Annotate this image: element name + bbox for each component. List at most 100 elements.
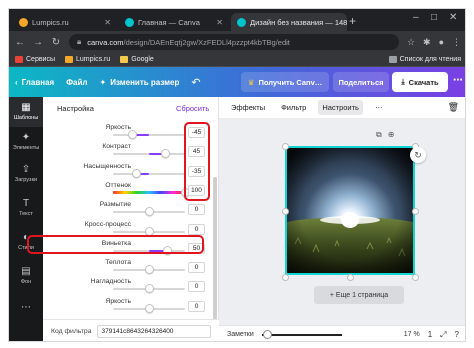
reload-icon[interactable]: ↻ <box>51 37 61 48</box>
adjust-row: Размытие 0 <box>43 199 219 218</box>
adjust-row: Яркость 0 <box>43 296 219 315</box>
rail-item-elements[interactable]: ✦ Элементы <box>9 127 43 157</box>
screenshot-frame: Lumpics.ru ✕ Главная — Canva ✕ Дизайн бе… <box>8 8 466 342</box>
trash-icon[interactable]: 🗑︎ <box>448 102 459 113</box>
rail-item-background[interactable]: ▤ Фон <box>9 261 43 291</box>
home-button[interactable]: ‹ Главная <box>15 78 54 87</box>
file-menu-button[interactable]: Файл <box>66 78 87 87</box>
adjust-value-field[interactable]: 0 <box>188 223 205 235</box>
slider-knob[interactable] <box>160 149 170 159</box>
browser-tab-lumpics[interactable]: Lumpics.ru ✕ <box>13 13 117 31</box>
resize-handle[interactable] <box>412 274 419 281</box>
panel-scrollbar[interactable] <box>213 177 217 341</box>
slider-knob[interactable] <box>128 130 138 139</box>
adjust-row: Теплота 0 <box>43 257 219 276</box>
notes-button[interactable]: Заметки <box>227 331 254 338</box>
slider-knob[interactable] <box>144 265 154 275</box>
header-more-icon[interactable]: ⋯ <box>453 75 463 86</box>
bookmark-lumpics[interactable]: Lumpics.ru <box>65 56 110 63</box>
duplicate-page-icon[interactable]: ⧉ <box>376 130 382 140</box>
slider-knob[interactable] <box>144 207 154 217</box>
resize-handle[interactable] <box>282 143 289 150</box>
slider-track[interactable] <box>113 172 185 175</box>
fullscreen-icon[interactable]: ⤢ <box>440 330 446 340</box>
filter-code-field[interactable]: 379141c8643264326400 <box>97 325 211 338</box>
adjust-label: Яркость <box>105 297 131 305</box>
upload-icon: ⇪ <box>21 164 31 175</box>
adjust-label: Нагладность <box>90 278 131 286</box>
slider-track[interactable] <box>113 153 185 156</box>
adjust-label: Оттенок <box>105 181 131 189</box>
download-button[interactable]: ⤓ Скачать <box>392 72 448 92</box>
forward-arrow-icon[interactable]: → <box>33 37 43 48</box>
rail-label: Шаблоны <box>13 115 39 121</box>
slider-knob[interactable] <box>144 284 154 294</box>
share-button[interactable]: Поделиться <box>333 72 389 92</box>
profile-icon[interactable]: ● <box>439 37 444 47</box>
adjust-value-field[interactable]: 0 <box>188 300 205 312</box>
url-host: canva.com <box>87 37 124 47</box>
resize-handle[interactable] <box>412 208 419 215</box>
sunrise-photo[interactable] <box>285 146 415 275</box>
undo-button[interactable]: ↶ <box>191 76 200 89</box>
text-icon: T <box>22 198 30 209</box>
filter-button[interactable]: Фильтр <box>277 100 310 115</box>
adjust-button[interactable]: Настроить <box>318 100 363 115</box>
maximize-icon[interactable]: □ <box>431 12 437 23</box>
back-arrow-icon[interactable]: ← <box>15 37 25 48</box>
zoom-slider-knob[interactable] <box>262 329 272 339</box>
rail-item-text[interactable]: T Текст <box>9 193 43 223</box>
star-icon[interactable]: ☆ <box>407 37 415 48</box>
browser-tab-design[interactable]: Дизайн без названия — 1481 ✕ <box>231 13 347 31</box>
zoom-percentage[interactable]: 17 % <box>404 331 420 338</box>
page-tools: ⧉ ⊕ <box>376 130 394 140</box>
help-icon[interactable]: ? <box>455 330 459 339</box>
reading-list-label: Список для чтения <box>399 56 461 63</box>
close-tab-icon[interactable]: ✕ <box>104 18 111 27</box>
adjust-value-field[interactable]: 0 <box>188 204 205 216</box>
browser-tab-canva-home[interactable]: Главная — Canva ✕ <box>119 13 229 31</box>
rotate-icon[interactable]: ↻ <box>410 147 426 163</box>
vignette-highlight-box <box>27 235 204 254</box>
slider-knob[interactable] <box>131 168 141 178</box>
bookmarks-bar: Сервисы Lumpics.ru Google Список для чте… <box>9 53 465 67</box>
page-count-icon[interactable]: 1 <box>428 330 432 339</box>
extensions-icon[interactable]: ✱ <box>423 37 431 48</box>
add-page-icon[interactable]: ⊕ <box>388 130 395 140</box>
adjust-value-field[interactable]: 0 <box>188 262 205 274</box>
resize-button[interactable]: ✦ Изменить размер <box>100 78 180 87</box>
background-icon: ▤ <box>21 266 31 277</box>
browser-menu-icon[interactable]: ⋮ <box>452 37 461 48</box>
adjust-value-field[interactable]: 0 <box>188 281 205 293</box>
slider-track[interactable] <box>113 190 185 194</box>
new-tab-button[interactable]: + <box>349 14 356 28</box>
share-label: Поделиться <box>338 77 384 87</box>
editor-header: ‹ Главная Файл ✦ Изменить размер ↶ ♛ Получ… <box>9 67 465 97</box>
effects-button[interactable]: Эффекты <box>227 100 269 115</box>
toolbar-more-icon[interactable]: ⋯ <box>371 100 387 115</box>
bookmark-services[interactable]: Сервисы <box>15 56 55 63</box>
close-tab-icon[interactable]: ✕ <box>216 18 223 27</box>
zoom-slider[interactable] <box>261 329 342 339</box>
slider-track[interactable] <box>113 134 185 136</box>
bookmark-label: Lumpics.ru <box>76 56 111 63</box>
get-pro-button[interactable]: ♛ Получить Canv… <box>241 72 329 92</box>
reset-button[interactable]: Сбросить <box>176 104 209 113</box>
chevron-left-icon: ‹ <box>15 77 18 87</box>
rail-item-more[interactable]: ⋯ <box>9 293 43 323</box>
resize-handle[interactable] <box>282 274 289 281</box>
tab-title: Lumpics.ru <box>32 17 69 27</box>
slider-knob[interactable] <box>144 303 154 313</box>
resize-handle[interactable] <box>347 274 354 281</box>
download-label: Скачать <box>408 77 439 87</box>
bookmark-google[interactable]: Google <box>120 56 154 63</box>
resize-handle[interactable] <box>282 208 289 215</box>
rail-item-uploads[interactable]: ⇪ Загрузки <box>9 159 43 189</box>
rail-item-templates[interactable]: ▦ Шаблоны <box>9 97 43 127</box>
photo-image <box>287 148 413 273</box>
add-page-button[interactable]: + Еще 1 страница <box>314 286 404 304</box>
minimize-icon[interactable]: – <box>413 12 419 23</box>
close-window-icon[interactable]: ✕ <box>449 12 457 23</box>
url-field[interactable]: 🔒︎ canva.com/design/DAEnEqtj2gw/XzFEDLl4… <box>69 34 399 50</box>
reading-list[interactable]: Список для чтения <box>388 56 461 63</box>
